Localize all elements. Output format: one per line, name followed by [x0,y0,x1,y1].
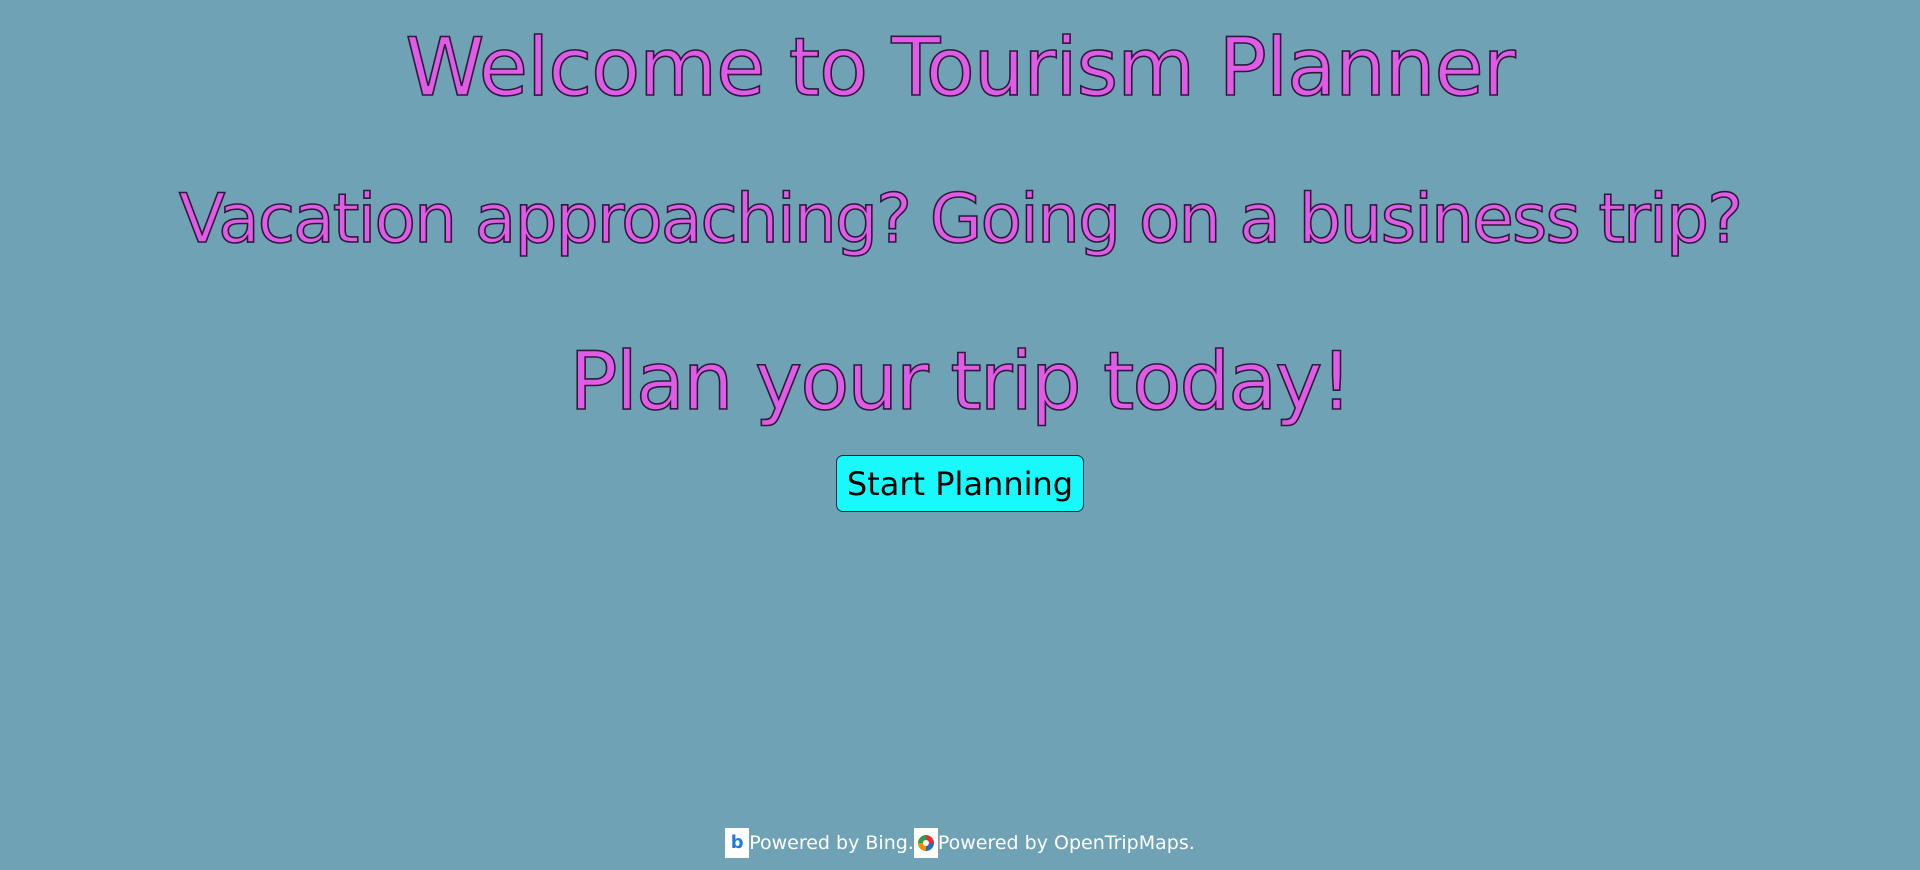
footer-attribution: b Powered by Bing . Powered by OpenTripM… [0,828,1920,858]
page-title: Welcome to Tourism Planner [405,20,1517,115]
bing-attribution-text: Powered by Bing [749,832,908,854]
start-button-container: Start Planning [0,455,1920,512]
bing-logo-icon: b [725,828,750,858]
call-to-action-heading: Plan your trip today! [569,335,1354,429]
opentripmap-attribution-text: Powered by OpenTripMaps. [937,832,1195,854]
page-subtitle: Vacation approaching? Going on a busines… [178,179,1744,260]
opentripmap-logo-icon [913,828,938,858]
start-planning-button[interactable]: Start Planning [835,455,1085,512]
